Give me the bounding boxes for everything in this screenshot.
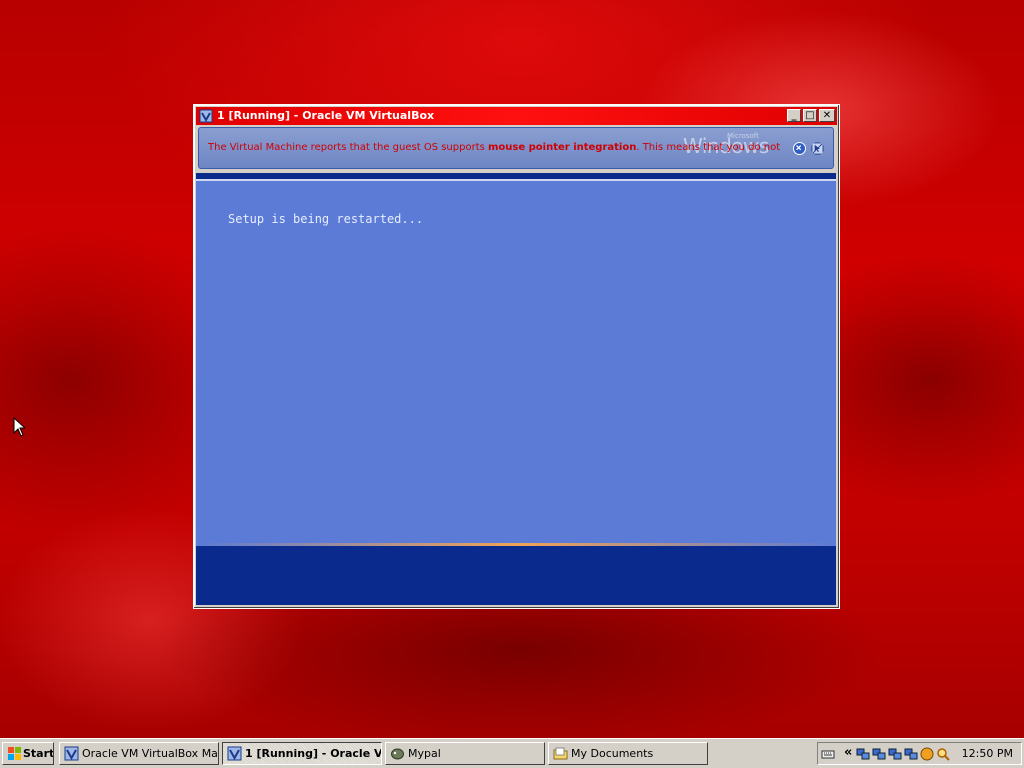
taskbar-item-virtualbox-manager[interactable]: Oracle VM VirtualBox Ma... <box>59 742 219 765</box>
taskbar-item-vm-running[interactable]: 1 [Running] - Oracle V... <box>222 742 382 765</box>
windows-flag-icon <box>8 747 21 760</box>
notification-text-end: . This means that you do not <box>636 142 781 153</box>
taskbar-item-label: 1 [Running] - Oracle V... <box>245 747 382 760</box>
network-icon[interactable] <box>856 747 870 761</box>
close-button[interactable]: ✕ <box>819 109 835 122</box>
taskbar-item-label: Oracle VM VirtualBox Ma... <box>82 747 219 760</box>
mouse-integration-notification: Microsoft Windows The Virtual Machine re… <box>198 127 834 169</box>
network-icon[interactable] <box>888 747 902 761</box>
start-label: Start <box>23 747 54 760</box>
virtualbox-icon <box>64 746 79 761</box>
guest-os-screen[interactable]: Setup is being restarted... <box>196 173 836 605</box>
mouse-integration-icon[interactable] <box>811 142 824 155</box>
network-icon[interactable] <box>904 747 918 761</box>
setup-status-message: Setup is being restarted... <box>228 212 424 226</box>
maximize-button[interactable]: □ <box>803 109 817 122</box>
notification-close-icon[interactable] <box>793 142 806 155</box>
search-icon[interactable] <box>936 747 950 761</box>
virtualbox-icon <box>199 109 213 123</box>
setup-bottom-bar <box>196 546 836 605</box>
virtualbox-vm-window[interactable]: 1 [Running] - Oracle VM VirtualBox _ □ ✕… <box>193 104 840 609</box>
mypal-icon <box>391 748 404 760</box>
show-hidden-icons-button[interactable]: « <box>844 745 852 760</box>
taskbar-item-my-documents[interactable]: My Documents <box>548 742 708 765</box>
network-icon[interactable] <box>872 747 886 761</box>
setup-top-bar <box>196 173 836 181</box>
system-tray: « 12:50 PM <box>817 742 1022 765</box>
notification-text-bold: mouse pointer integration <box>488 142 637 153</box>
taskbar: Start Oracle VM VirtualBox Ma... 1 [Runn… <box>0 738 1024 768</box>
keyboard-icon[interactable] <box>821 747 835 761</box>
taskbar-item-mypal[interactable]: Mypal <box>385 742 545 765</box>
mouse-cursor-icon <box>13 417 25 437</box>
notification-text-start: The Virtual Machine reports that the gue… <box>208 142 489 153</box>
virtualbox-icon <box>227 746 242 761</box>
taskbar-item-label: My Documents <box>571 747 654 760</box>
notification-message: The Virtual Machine reports that the gue… <box>208 142 780 153</box>
window-title-bar[interactable]: 1 [Running] - Oracle VM VirtualBox _ □ ✕ <box>196 107 837 125</box>
security-shield-icon[interactable] <box>920 747 934 761</box>
start-button[interactable]: Start <box>2 742 54 765</box>
minimize-button[interactable]: _ <box>787 109 801 122</box>
system-clock[interactable]: 12:50 PM <box>962 747 1013 760</box>
taskbar-item-label: Mypal <box>408 747 441 760</box>
window-title: 1 [Running] - Oracle VM VirtualBox <box>217 109 435 122</box>
folder-icon <box>553 747 568 760</box>
